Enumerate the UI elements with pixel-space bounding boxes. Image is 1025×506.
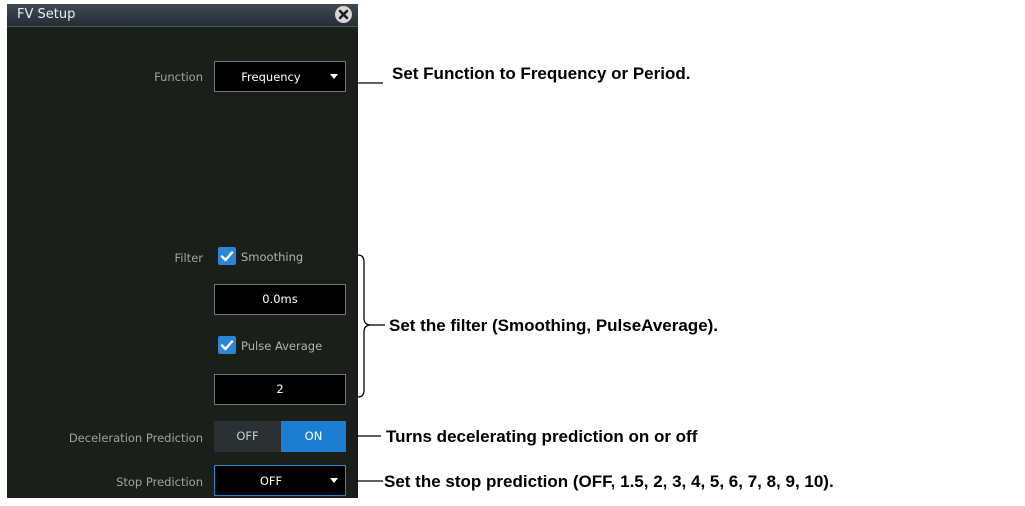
annotation-deceleration: Turns decelerating prediction on or off <box>386 427 698 446</box>
annotation-stop: Set the stop prediction (OFF, 1.5, 2, 3,… <box>384 472 834 491</box>
annotation-filter: Set the filter (Smoothing, PulseAverage)… <box>389 316 719 335</box>
annotation-function: Set Function to Frequency or Period. <box>392 64 691 83</box>
